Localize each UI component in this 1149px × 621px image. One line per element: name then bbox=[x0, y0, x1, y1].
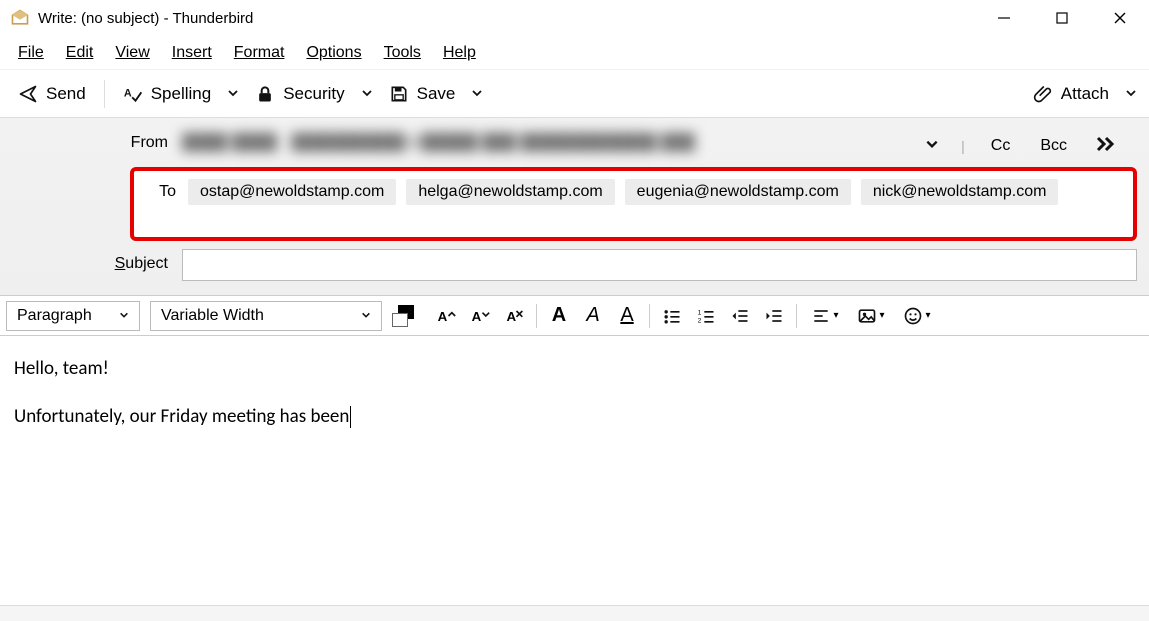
send-button[interactable]: Send bbox=[8, 78, 96, 110]
menu-help[interactable]: Help bbox=[433, 40, 486, 66]
attach-dropdown[interactable] bbox=[1121, 80, 1141, 108]
bullet-list-button[interactable] bbox=[656, 301, 688, 331]
spelling-button[interactable]: A Spelling bbox=[113, 78, 222, 110]
remove-formatting-button[interactable]: A bbox=[498, 301, 530, 331]
send-icon bbox=[18, 84, 38, 104]
window-title: Write: (no subject) - Thunderbird bbox=[38, 10, 253, 27]
security-label: Security bbox=[283, 84, 344, 104]
svg-text:A: A bbox=[438, 309, 448, 324]
subject-label: Subject bbox=[12, 249, 182, 273]
attach-label: Attach bbox=[1061, 84, 1109, 104]
menu-bar: File Edit View Insert Format Options Too… bbox=[0, 36, 1149, 70]
save-dropdown[interactable] bbox=[467, 80, 487, 108]
security-dropdown[interactable] bbox=[357, 80, 377, 108]
menu-insert[interactable]: Insert bbox=[162, 40, 222, 66]
recipient-pill[interactable]: ostap@newoldstamp.com bbox=[188, 179, 396, 205]
body-line: Hello, team! bbox=[14, 356, 1135, 382]
window-controls bbox=[975, 0, 1149, 36]
menu-tools[interactable]: Tools bbox=[374, 40, 431, 66]
to-field-highlighted[interactable]: To ostap@newoldstamp.com helga@newoldsta… bbox=[130, 167, 1137, 241]
recipient-pill[interactable]: helga@newoldstamp.com bbox=[406, 179, 614, 205]
maximize-button[interactable] bbox=[1033, 0, 1091, 36]
italic-button[interactable]: A bbox=[577, 301, 609, 331]
spelling-icon: A bbox=[123, 84, 143, 104]
recipient-pill[interactable]: eugenia@newoldstamp.com bbox=[625, 179, 851, 205]
paperclip-icon bbox=[1033, 84, 1053, 104]
align-menu[interactable]: ▾ bbox=[803, 301, 847, 331]
subject-input[interactable] bbox=[182, 249, 1137, 281]
font-family-value: Variable Width bbox=[161, 307, 264, 325]
outdent-button[interactable] bbox=[724, 301, 756, 331]
bold-button[interactable]: A bbox=[543, 301, 575, 331]
bcc-button[interactable]: Bcc bbox=[1036, 135, 1071, 157]
menu-format[interactable]: Format bbox=[224, 40, 295, 66]
save-icon bbox=[389, 84, 409, 104]
attach-button[interactable]: Attach bbox=[1023, 78, 1119, 110]
to-label: To bbox=[140, 175, 188, 201]
decrease-font-size-button[interactable]: A bbox=[430, 301, 462, 331]
to-recipients[interactable]: ostap@newoldstamp.com helga@newoldstamp.… bbox=[188, 175, 1058, 205]
svg-text:A: A bbox=[472, 309, 482, 324]
from-row: From ████ ████ · ██████████@█████.███ ██… bbox=[12, 128, 1137, 159]
menu-options[interactable]: Options bbox=[296, 40, 371, 66]
format-toolbar: Paragraph Variable Width A A A A A A 12 bbox=[0, 296, 1149, 336]
title-bar: Write: (no subject) - Thunderbird bbox=[0, 0, 1149, 36]
spelling-dropdown[interactable] bbox=[223, 80, 243, 108]
underline-button[interactable]: A bbox=[611, 301, 643, 331]
chevron-down-icon bbox=[361, 309, 371, 323]
recipient-pill[interactable]: nick@newoldstamp.com bbox=[861, 179, 1059, 205]
text-color-swatch[interactable] bbox=[392, 305, 418, 327]
message-body-editor[interactable]: Hello, team! Unfortunately, our Friday m… bbox=[0, 336, 1149, 471]
lock-icon bbox=[255, 84, 275, 104]
increase-font-size-button[interactable]: A bbox=[464, 301, 496, 331]
insert-image-menu[interactable]: ▾ bbox=[849, 301, 893, 331]
chevron-down-icon bbox=[119, 309, 129, 323]
status-bar bbox=[0, 605, 1149, 621]
font-family-select[interactable]: Variable Width bbox=[150, 301, 382, 331]
menu-edit[interactable]: Edit bbox=[56, 40, 104, 66]
from-label: From bbox=[12, 128, 182, 152]
toolbar-separator bbox=[104, 80, 105, 108]
subject-row: Subject bbox=[12, 249, 1137, 281]
svg-text:1: 1 bbox=[698, 309, 702, 316]
main-toolbar: Send A Spelling Security Save Attach bbox=[0, 70, 1149, 118]
emoji-menu[interactable]: ▾ bbox=[895, 301, 939, 331]
save-button[interactable]: Save bbox=[379, 78, 466, 110]
close-button[interactable] bbox=[1091, 0, 1149, 36]
app-icon bbox=[10, 8, 30, 28]
send-label: Send bbox=[46, 84, 86, 104]
menu-view[interactable]: View bbox=[105, 40, 159, 66]
paragraph-style-select[interactable]: Paragraph bbox=[6, 301, 140, 331]
svg-text:A: A bbox=[124, 87, 132, 99]
save-label: Save bbox=[417, 84, 456, 104]
to-row: To ostap@newoldstamp.com helga@newoldsta… bbox=[12, 167, 1137, 241]
body-line: Unfortunately, our Friday meeting has be… bbox=[14, 404, 1135, 430]
spelling-label: Spelling bbox=[151, 84, 212, 104]
separator: | bbox=[961, 138, 965, 154]
indent-button[interactable] bbox=[758, 301, 790, 331]
minimize-button[interactable] bbox=[975, 0, 1033, 36]
message-headers: From ████ ████ · ██████████@█████.███ ██… bbox=[0, 118, 1149, 296]
cc-button[interactable]: Cc bbox=[987, 135, 1015, 157]
expand-recipients-icon[interactable] bbox=[1093, 132, 1117, 159]
from-dropdown[interactable] bbox=[925, 137, 939, 154]
numbered-list-button[interactable]: 12 bbox=[690, 301, 722, 331]
menu-file[interactable]: File bbox=[8, 40, 54, 66]
svg-text:A: A bbox=[507, 309, 517, 324]
security-button[interactable]: Security bbox=[245, 78, 354, 110]
paragraph-style-value: Paragraph bbox=[17, 307, 92, 325]
svg-text:2: 2 bbox=[698, 317, 702, 324]
from-value[interactable]: ████ ████ · ██████████@█████.███ ███████… bbox=[182, 128, 925, 158]
